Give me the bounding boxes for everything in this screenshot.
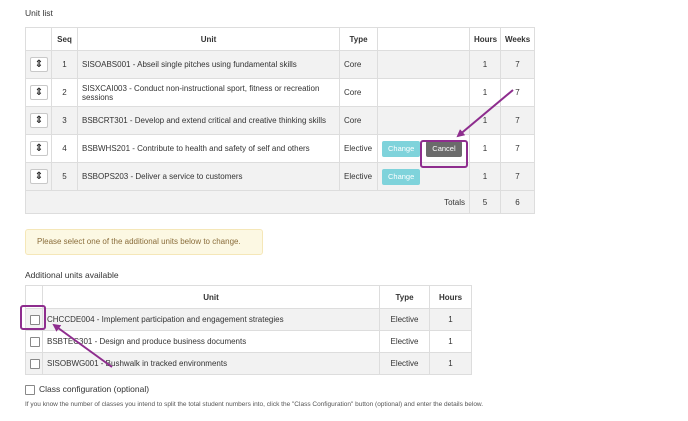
unit-hours: 1	[469, 106, 501, 135]
unit-type: Elective	[379, 352, 430, 375]
unit-name: CHCCDE004 - Implement participation and …	[42, 308, 380, 331]
additional-unit-row: CHCCDE004 - Implement participation and …	[25, 308, 472, 331]
unit-name: BSBTEC301 - Design and produce business …	[42, 330, 380, 353]
unit-weeks: 7	[500, 106, 535, 135]
unit-hours: 1	[469, 50, 501, 79]
header-type: Type	[379, 285, 430, 309]
unit-type: Elective	[339, 134, 378, 163]
unit-type: Elective	[339, 162, 378, 191]
unit-name: SISXCAI003 - Conduct non-instructional s…	[77, 78, 340, 107]
unit-type: Core	[339, 106, 378, 135]
totals-hours: 5	[469, 190, 501, 214]
class-config-label: Class configuration (optional)	[39, 384, 150, 394]
unit-seq: 5	[51, 162, 78, 191]
header-type: Type	[339, 27, 378, 51]
unit-actions	[377, 50, 470, 79]
checkbox-highlight-box	[20, 305, 46, 330]
unit-hours: 1	[469, 78, 501, 107]
unit-type: Elective	[379, 308, 430, 331]
drag-handle-button[interactable]: ⇕	[30, 141, 48, 156]
unit-type: Elective	[379, 330, 430, 353]
unit-hours: 1	[469, 162, 501, 191]
unit-row: ⇕ 3 BSBCRT301 - Develop and extend criti…	[25, 106, 535, 135]
unit-weeks: 7	[500, 50, 535, 79]
header-drag	[25, 27, 52, 51]
unit-seq: 3	[51, 106, 78, 135]
unit-weeks: 7	[500, 134, 535, 163]
drag-handle-button[interactable]: ⇕	[30, 169, 48, 184]
header-unit: Unit	[77, 27, 340, 51]
unit-select-checkbox[interactable]	[30, 358, 40, 369]
class-config-checkbox[interactable]	[25, 384, 35, 395]
unit-hours: 1	[429, 330, 472, 353]
unit-name: BSBOPS203 - Deliver a service to custome…	[77, 162, 340, 191]
header-hours: Hours	[469, 27, 501, 51]
cancel-highlight-box	[420, 140, 468, 168]
unit-name: BSBWHS201 - Contribute to health and saf…	[77, 134, 340, 163]
header-seq: Seq	[51, 27, 78, 51]
drag-handle-button[interactable]: ⇕	[30, 113, 48, 128]
unit-row: ⇕ 1 SISOABS001 - Abseil single pitches u…	[25, 50, 535, 79]
unit-hours: 1	[429, 352, 472, 375]
unit-type: Core	[339, 50, 378, 79]
totals-label: Totals	[25, 190, 470, 214]
header-hours: Hours	[429, 285, 472, 309]
unit-hours: 1	[429, 308, 472, 331]
additional-unit-row: BSBTEC301 - Design and produce business …	[25, 330, 472, 353]
totals-row: Totals 5 6	[25, 190, 535, 214]
drag-handle-button[interactable]: ⇕	[30, 57, 48, 72]
unit-seq: 1	[51, 50, 78, 79]
unit-hours: 1	[469, 134, 501, 163]
unit-list-table: Seq Unit Type Hours Weeks ⇕ 1 SISOABS001…	[25, 27, 535, 214]
unit-row: ⇕ 2 SISXCAI003 - Conduct non-instruction…	[25, 78, 535, 107]
header-weeks: Weeks	[500, 27, 535, 51]
drag-handle-button[interactable]: ⇕	[30, 85, 48, 100]
unit-list-title: Unit list	[25, 8, 53, 18]
unit-weeks: 7	[500, 162, 535, 191]
class-config-option[interactable]: Class configuration (optional)	[25, 384, 149, 395]
class-config-help-text: If you know the number of classes you in…	[25, 401, 484, 408]
unit-actions	[377, 106, 470, 135]
change-button[interactable]: Change	[382, 140, 421, 157]
unit-weeks: 7	[500, 78, 535, 107]
unit-actions	[377, 78, 470, 107]
additional-units-title: Additional units available	[25, 270, 119, 280]
unit-name: BSBCRT301 - Develop and extend critical …	[77, 106, 340, 135]
unit-select-checkbox[interactable]	[30, 336, 40, 347]
warning-alert: Please select one of the additional unit…	[25, 229, 263, 255]
unit-seq: 2	[51, 78, 78, 107]
unit-name: SISOBWG001 - Bushwalk in tracked environ…	[42, 352, 380, 375]
unit-type: Core	[339, 78, 378, 107]
unit-name: SISOABS001 - Abseil single pitches using…	[77, 50, 340, 79]
totals-weeks: 6	[500, 190, 535, 214]
additional-unit-row: SISOBWG001 - Bushwalk in tracked environ…	[25, 352, 472, 375]
header-actions	[377, 27, 470, 51]
unit-seq: 4	[51, 134, 78, 163]
header-unit: Unit	[42, 285, 380, 309]
change-button[interactable]: Change	[382, 168, 421, 185]
additional-units-table: Unit Type Hours CHCCDE004 - Implement pa…	[25, 285, 472, 375]
